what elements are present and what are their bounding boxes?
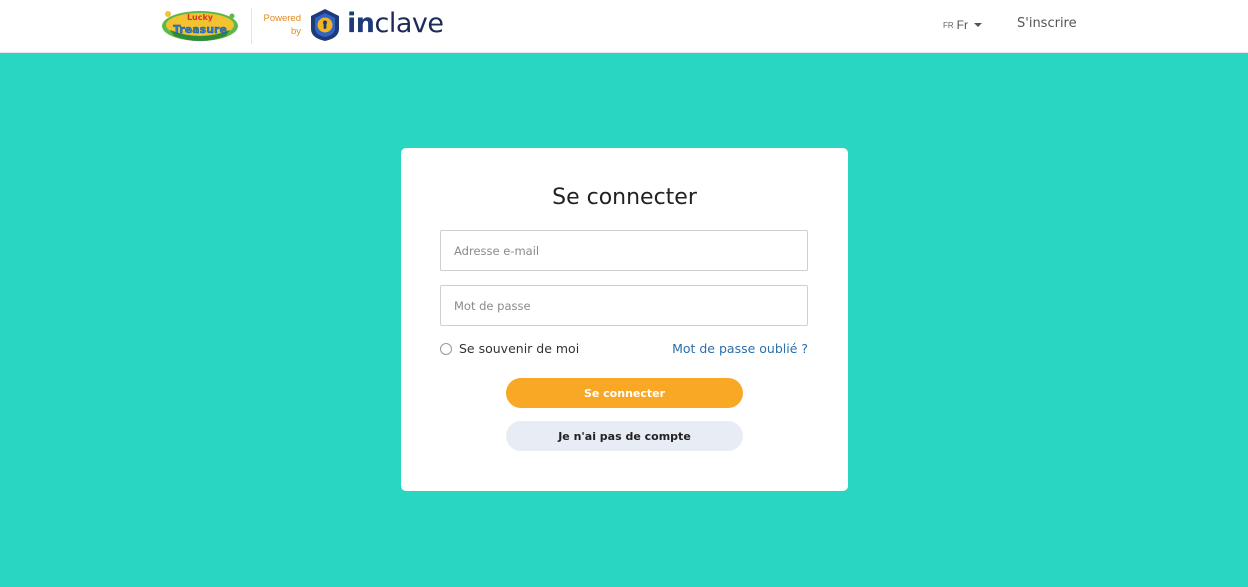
login-title: Se connecter	[552, 185, 697, 210]
language-dropdown[interactable]: FR Fr	[943, 17, 982, 33]
partner-wordmark-bold: in	[347, 8, 375, 39]
no-account-button[interactable]: Je n'ai pas de compte	[506, 421, 743, 451]
lucky-treasure-logo[interactable]: Lucky Treasure	[160, 6, 240, 44]
powered-by-label: Powered by	[258, 12, 302, 38]
remember-me-option[interactable]: Se souvenir de moi	[440, 341, 579, 356]
language-label: Fr	[956, 18, 968, 32]
login-button[interactable]: Se connecter	[506, 378, 743, 408]
header-divider	[251, 8, 252, 44]
remember-me-label: Se souvenir de moi	[459, 341, 580, 356]
partner-wordmark-rest: clave	[374, 8, 444, 39]
powered-by-line2: by	[290, 26, 301, 37]
svg-text:Lucky: Lucky	[187, 13, 214, 22]
login-card: Se connecter Se souvenir de moi Mot de p…	[401, 148, 848, 491]
svg-text:Treasure: Treasure	[173, 23, 227, 36]
powered-by-line1: Powered	[263, 13, 302, 24]
partner-wordmark: inclave	[347, 6, 444, 42]
language-code: FR	[943, 20, 954, 30]
radio-icon[interactable]	[440, 342, 452, 355]
caret-down-icon	[974, 23, 982, 27]
forgot-password-link[interactable]: Mot de passe oublié ?	[672, 341, 808, 356]
signup-link[interactable]: S'inscrire	[1017, 16, 1077, 31]
shield-lock-icon	[311, 9, 339, 41]
password-input[interactable]	[440, 285, 808, 326]
top-navbar: Lucky Treasure Powered by inclave FR Fr …	[0, 0, 1248, 53]
email-input[interactable]	[440, 230, 808, 271]
